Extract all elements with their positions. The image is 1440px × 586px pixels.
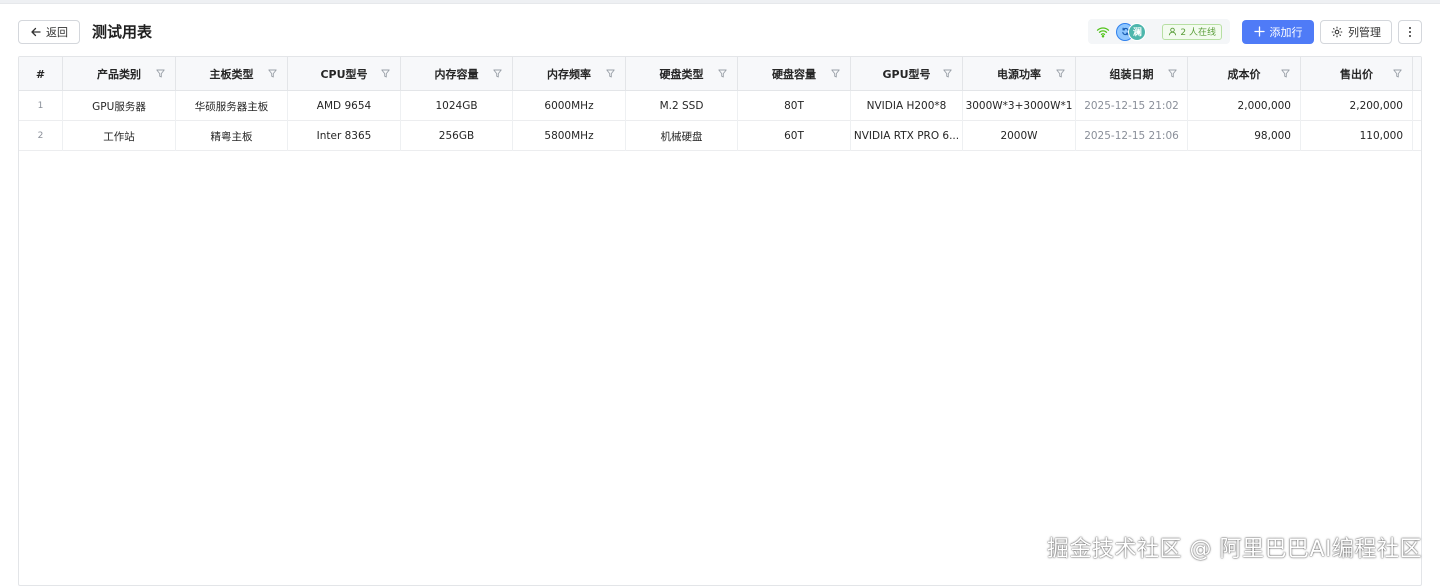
online-count-badge: 2 人在线: [1162, 24, 1222, 40]
row-index: 1: [19, 91, 63, 121]
table-cell[interactable]: 3000W*3+3000W*1: [963, 91, 1076, 121]
filter-icon[interactable]: [1281, 69, 1290, 78]
column-header[interactable]: GPU型号: [851, 57, 963, 91]
filter-icon[interactable]: [493, 69, 502, 78]
table-cell[interactable]: 工作站: [63, 121, 176, 151]
top-border: [0, 0, 1440, 4]
data-table: # 产品类别 主板类型 CPU型号 内存容量 内存频率 硬盘类型 硬盘容量 GP…: [18, 56, 1422, 586]
column-header[interactable]: 电源功率: [963, 57, 1076, 91]
table-cell[interactable]: Inter 8365: [288, 121, 401, 151]
plus-icon: [1254, 26, 1265, 37]
column-header[interactable]: 成本价: [1188, 57, 1301, 91]
add-row-button[interactable]: 添加行: [1242, 20, 1314, 44]
table-cell[interactable]: 110,000: [1301, 121, 1413, 151]
table-cell[interactable]: 2025-12-15 21:06: [1076, 121, 1188, 151]
table-cell[interactable]: 60T: [738, 121, 851, 151]
page-header: 返回 测试用表 澜 2 人在线 添加行 列管理: [18, 19, 1422, 44]
add-row-label: 添加行: [1270, 24, 1303, 40]
column-header[interactable]: 硬盘容量: [738, 57, 851, 91]
table-cell[interactable]: 华硕服务器主板: [176, 91, 288, 121]
column-header[interactable]: 产品类别: [63, 57, 176, 91]
table-cell[interactable]: 2000W: [963, 121, 1076, 151]
filter-icon[interactable]: [1168, 69, 1177, 78]
back-button[interactable]: 返回: [18, 20, 80, 44]
scrollbar-gutter: [1413, 57, 1421, 90]
arrow-left-icon: [30, 26, 42, 38]
column-header[interactable]: 主板类型: [176, 57, 288, 91]
column-manage-label: 列管理: [1348, 24, 1381, 40]
back-button-label: 返回: [46, 24, 68, 40]
table-cell[interactable]: 2025-12-15 21:02: [1076, 91, 1188, 121]
column-header-label: GPU型号: [882, 66, 930, 82]
table-cell[interactable]: M.2 SSD: [626, 91, 738, 121]
column-header[interactable]: 硬盘类型: [626, 57, 738, 91]
filter-icon[interactable]: [831, 69, 840, 78]
table-cell[interactable]: 2,200,000: [1301, 91, 1413, 121]
wifi-icon: [1096, 26, 1110, 38]
filter-icon[interactable]: [1393, 69, 1402, 78]
watermark: 掘金技术社区 @ 阿里巴巴AI编程社区: [1047, 531, 1422, 563]
column-header-label: 主板类型: [210, 66, 254, 82]
table-header: # 产品类别 主板类型 CPU型号 内存容量 内存频率 硬盘类型 硬盘容量 GP…: [19, 57, 1421, 91]
more-vertical-icon: [1405, 26, 1415, 38]
page-title: 测试用表: [92, 21, 152, 42]
column-manage-button[interactable]: 列管理: [1320, 20, 1392, 44]
filter-icon[interactable]: [1056, 69, 1065, 78]
user-icon: [1168, 27, 1177, 36]
column-header[interactable]: 内存容量: [401, 57, 513, 91]
column-header-label: 硬盘容量: [772, 66, 816, 82]
table-cell[interactable]: AMD 9654: [288, 91, 401, 121]
table-cell[interactable]: 98,000: [1188, 121, 1301, 151]
column-header[interactable]: CPU型号: [288, 57, 401, 91]
table-cell[interactable]: 2,000,000: [1188, 91, 1301, 121]
table-cell[interactable]: 5800MHz: [513, 121, 626, 151]
column-header-label: 电源功率: [997, 66, 1041, 82]
table-cell[interactable]: 机械硬盘: [626, 121, 738, 151]
filter-icon[interactable]: [718, 69, 727, 78]
filter-icon[interactable]: [156, 69, 165, 78]
collab-status: 澜 2 人在线: [1088, 19, 1230, 44]
column-header-label: 成本价: [1228, 66, 1261, 82]
gear-icon: [1331, 26, 1343, 38]
table-cell[interactable]: 精粤主板: [176, 121, 288, 151]
row-index: 2: [19, 121, 63, 151]
column-header-index: #: [19, 57, 63, 91]
avatar[interactable]: 澜: [1128, 23, 1146, 41]
table-row[interactable]: 1 GPU服务器 华硕服务器主板 AMD 9654 1024GB 6000MHz…: [19, 91, 1421, 121]
more-options-button[interactable]: [1398, 20, 1422, 44]
filter-icon[interactable]: [606, 69, 615, 78]
filter-icon[interactable]: [943, 69, 952, 78]
column-header-label: CPU型号: [320, 66, 367, 82]
table-cell[interactable]: NVIDIA H200*8: [851, 91, 963, 121]
collaborator-avatars: 澜: [1116, 23, 1146, 41]
column-header-label: 产品类别: [97, 66, 141, 82]
filter-icon[interactable]: [381, 69, 390, 78]
filter-icon[interactable]: [268, 69, 277, 78]
table-cell[interactable]: 256GB: [401, 121, 513, 151]
table-cell[interactable]: NVIDIA RTX PRO 6...: [851, 121, 963, 151]
toolbar: 澜 2 人在线 添加行 列管理: [1088, 19, 1422, 44]
table-cell[interactable]: 6000MHz: [513, 91, 626, 121]
online-count-label: 2 人在线: [1180, 25, 1216, 38]
column-header-label: 售出价: [1340, 66, 1373, 82]
table-cell[interactable]: GPU服务器: [63, 91, 176, 121]
column-header[interactable]: 组装日期: [1076, 57, 1188, 91]
column-header[interactable]: 内存频率: [513, 57, 626, 91]
column-header[interactable]: 售出价: [1301, 57, 1413, 91]
table-row[interactable]: 2 工作站 精粤主板 Inter 8365 256GB 5800MHz 机械硬盘…: [19, 121, 1421, 151]
table-cell[interactable]: 80T: [738, 91, 851, 121]
table-cell[interactable]: 1024GB: [401, 91, 513, 121]
column-header-label: 内存容量: [435, 66, 479, 82]
column-header-label: 内存频率: [547, 66, 591, 82]
column-header-label: 组装日期: [1110, 66, 1154, 82]
column-header-label: 硬盘类型: [660, 66, 704, 82]
